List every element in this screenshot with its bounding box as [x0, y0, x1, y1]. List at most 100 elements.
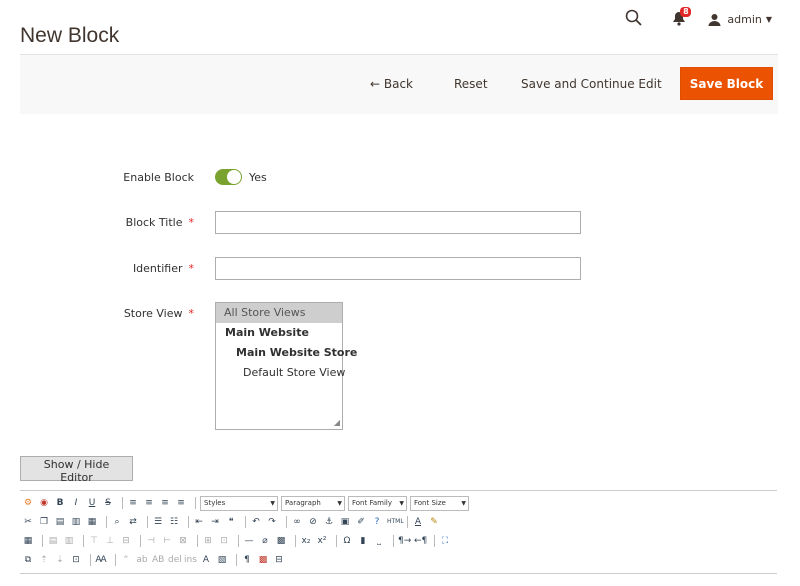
- align-center-icon[interactable]: ≡: [143, 497, 155, 509]
- insertion-icon[interactable]: ins: [184, 554, 197, 566]
- move-backward-icon[interactable]: ⇣: [54, 554, 66, 566]
- store-option-all[interactable]: All Store Views: [216, 303, 342, 323]
- horizontal-rule-icon[interactable]: —: [243, 535, 255, 547]
- replace-icon[interactable]: ⇄: [127, 516, 139, 528]
- separator: [434, 535, 435, 547]
- underline-icon[interactable]: U: [86, 497, 98, 509]
- paragraph-dropdown[interactable]: Paragraph ▼: [281, 495, 345, 511]
- row-props-icon[interactable]: ▤: [47, 535, 59, 547]
- search-icon[interactable]: [625, 9, 645, 29]
- bullet-list-icon[interactable]: ☰: [152, 516, 164, 528]
- delete-col-icon[interactable]: ⊠: [177, 535, 189, 547]
- enable-block-toggle[interactable]: [215, 169, 242, 185]
- paste-word-icon[interactable]: ▦: [86, 516, 98, 528]
- superscript-icon[interactable]: x²: [316, 535, 328, 547]
- page-actions-toolbar: ← Back Reset Save and Continue Edit Save…: [20, 54, 778, 114]
- ltr-icon[interactable]: ¶→: [398, 535, 411, 547]
- page-break-icon[interactable]: ⊟: [273, 554, 285, 566]
- undo-icon[interactable]: ↶: [250, 516, 262, 528]
- font-size-dropdown[interactable]: Font Size ▼: [410, 495, 469, 511]
- cut-icon[interactable]: ✂: [22, 516, 34, 528]
- numbered-list-icon[interactable]: ☷: [168, 516, 180, 528]
- remove-format-icon[interactable]: ⌀: [259, 535, 271, 547]
- table-icon[interactable]: ▦: [22, 535, 34, 547]
- required-mark: *: [188, 216, 195, 229]
- acronym-icon[interactable]: AB: [152, 554, 164, 566]
- redo-icon[interactable]: ↷: [266, 516, 278, 528]
- insert-col-before-icon[interactable]: ⊣: [145, 535, 157, 547]
- notifications-bell-icon[interactable]: 8: [670, 7, 692, 29]
- style-props-icon[interactable]: Ꜳ: [95, 554, 107, 566]
- italic-icon[interactable]: I: [70, 497, 82, 509]
- rtl-icon[interactable]: ←¶: [414, 535, 427, 547]
- merge-cells-icon[interactable]: ⊡: [218, 535, 230, 547]
- paste-text-icon[interactable]: ▥: [70, 516, 82, 528]
- align-right-icon[interactable]: ≡: [159, 497, 171, 509]
- blockquote-icon[interactable]: ❝: [225, 516, 237, 528]
- strikethrough-icon[interactable]: S: [102, 497, 114, 509]
- fullscreen-icon[interactable]: ⛶: [439, 535, 451, 547]
- paste-icon[interactable]: ▤: [54, 516, 66, 528]
- template-icon[interactable]: ▧: [216, 554, 228, 566]
- unlink-icon[interactable]: ⊘: [307, 516, 319, 528]
- abbreviation-icon[interactable]: ab: [136, 554, 148, 566]
- save-and-continue-button[interactable]: Save and Continue Edit: [521, 55, 662, 114]
- separator: [140, 535, 141, 547]
- align-justify-icon[interactable]: ≡: [175, 497, 187, 509]
- deletion-icon[interactable]: del: [168, 554, 182, 566]
- block-title-input[interactable]: [215, 211, 581, 234]
- visual-aid-icon[interactable]: ▩: [275, 535, 287, 547]
- visual-chars-icon[interactable]: ▩: [257, 554, 269, 566]
- link-icon[interactable]: ∞: [291, 516, 303, 528]
- move-forward-icon[interactable]: ⇡: [38, 554, 50, 566]
- delete-row-icon[interactable]: ⊟: [120, 535, 132, 547]
- separator: [236, 554, 237, 566]
- show-blocks-icon[interactable]: ¶: [241, 554, 253, 566]
- bold-icon[interactable]: B: [54, 497, 66, 509]
- save-block-button[interactable]: Save Block: [680, 67, 773, 100]
- identifier-input[interactable]: [215, 257, 581, 280]
- attributes-icon[interactable]: A: [200, 554, 212, 566]
- styles-dropdown[interactable]: Styles ▼: [200, 495, 278, 511]
- find-icon[interactable]: ⌕: [111, 516, 123, 528]
- insert-col-after-icon[interactable]: ⊢: [161, 535, 173, 547]
- resize-handle-icon[interactable]: ◢: [334, 418, 340, 427]
- toggle-knob: [227, 170, 241, 184]
- citation-icon[interactable]: “: [120, 554, 132, 566]
- background-color-icon[interactable]: ✎: [428, 516, 440, 528]
- admin-user-menu[interactable]: admin ▼: [708, 13, 772, 26]
- font-family-dropdown[interactable]: Font Family ▼: [348, 495, 407, 511]
- widget-icon[interactable]: ⚙: [22, 497, 34, 509]
- required-mark: *: [188, 262, 195, 275]
- outdent-icon[interactable]: ⇤: [193, 516, 205, 528]
- separator: [245, 516, 246, 528]
- nonbreaking-icon[interactable]: ⎵: [373, 535, 385, 547]
- html-icon[interactable]: HTML: [387, 516, 404, 528]
- separator: [42, 535, 43, 547]
- separator: [407, 516, 408, 528]
- help-icon[interactable]: ?: [371, 516, 383, 528]
- insert-layer-icon[interactable]: ⧉: [22, 554, 34, 566]
- media-icon[interactable]: ▮: [357, 535, 369, 547]
- absolute-icon[interactable]: ⊡: [70, 554, 82, 566]
- reset-button[interactable]: Reset: [454, 55, 488, 114]
- anchor-icon[interactable]: ⚓: [323, 516, 335, 528]
- store-option-default-view[interactable]: Default Store View: [216, 363, 345, 383]
- insert-image-icon[interactable]: ▣: [339, 516, 351, 528]
- special-char-icon[interactable]: Ω: [341, 535, 353, 547]
- text-color-icon[interactable]: A: [412, 516, 424, 528]
- back-button[interactable]: ← Back: [370, 55, 413, 114]
- wysiwyg-toolbar: ⚙ ◉ B I U S ≡ ≡ ≡ ≡ Styles ▼ Paragraph ▼ F…: [20, 490, 777, 574]
- split-cells-icon[interactable]: ⊞: [202, 535, 214, 547]
- subscript-icon[interactable]: x₂: [300, 535, 312, 547]
- store-view-multiselect[interactable]: All Store Views Main Website Main Websit…: [215, 302, 357, 430]
- image-icon[interactable]: ◉: [38, 497, 50, 509]
- cell-props-icon[interactable]: ▥: [63, 535, 75, 547]
- show-hide-editor-button[interactable]: Show / Hide Editor: [20, 456, 133, 484]
- indent-icon[interactable]: ⇥: [209, 516, 221, 528]
- align-left-icon[interactable]: ≡: [127, 497, 139, 509]
- insert-row-before-icon[interactable]: ⊤: [88, 535, 100, 547]
- insert-row-after-icon[interactable]: ⊥: [104, 535, 116, 547]
- copy-icon[interactable]: ❐: [38, 516, 50, 528]
- cleanup-icon[interactable]: ✐: [355, 516, 367, 528]
